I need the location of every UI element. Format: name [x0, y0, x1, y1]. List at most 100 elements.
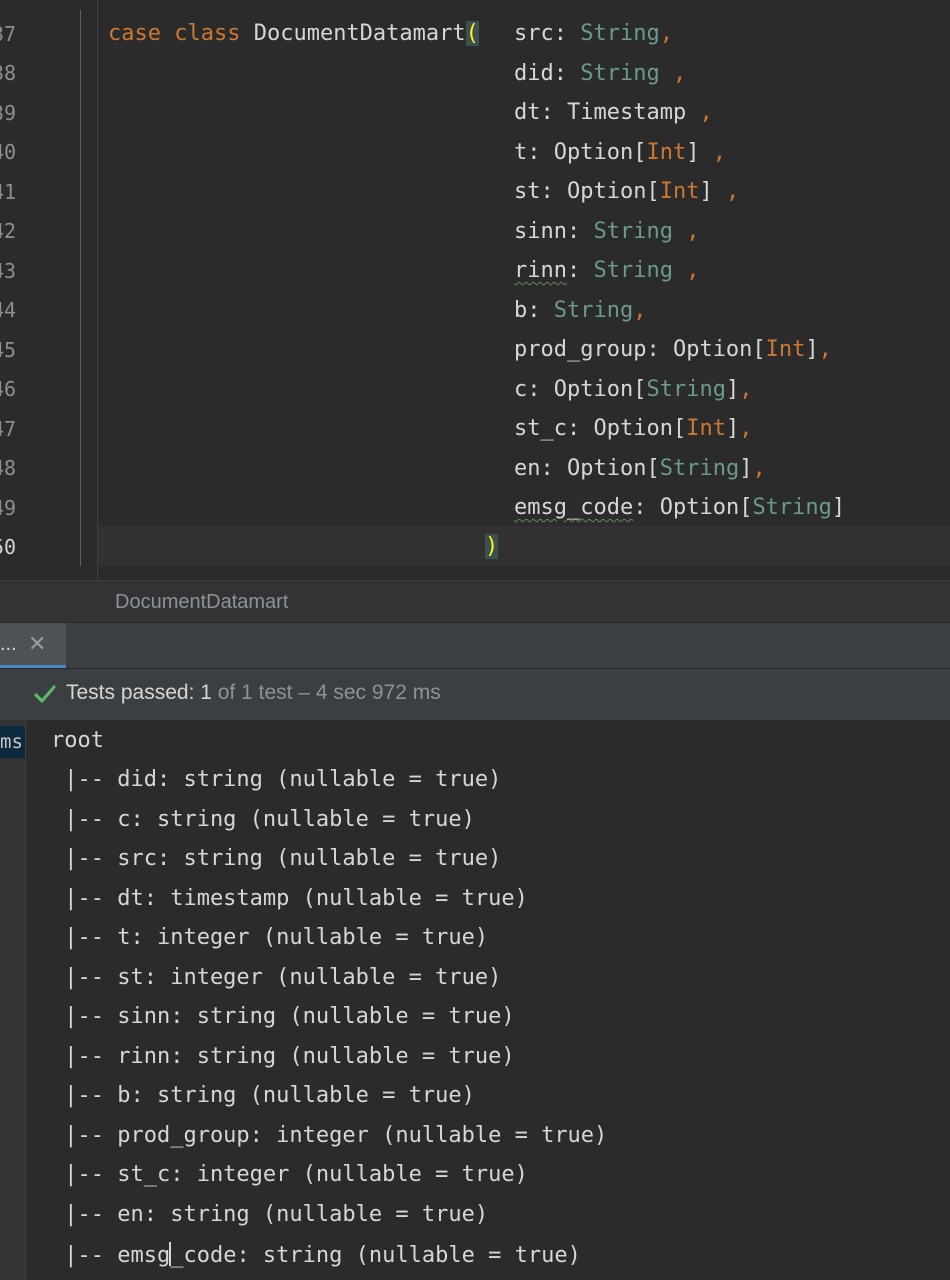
line-number-current: 50	[0, 535, 17, 559]
close-paren: )	[485, 534, 499, 559]
field-name: st_c	[514, 416, 567, 441]
field-type: Option[Int]	[593, 416, 739, 441]
duration-chip[interactable]: ms	[0, 726, 25, 758]
line-number: 40	[0, 140, 17, 164]
breadcrumb-item[interactable]: DocumentDatamart	[115, 591, 288, 614]
field-line: did: String ,	[514, 62, 686, 86]
field-line: prod_group: Option[Int],	[514, 338, 832, 362]
field-line: rinn: String ,	[514, 259, 699, 283]
current-line-highlight	[97, 526, 950, 566]
keyword-case: case	[108, 21, 161, 46]
option-wrapper: Option[	[659, 495, 753, 520]
passed-count: 1	[200, 681, 212, 704]
option-wrapper: Option[	[593, 416, 687, 441]
colon: :	[527, 377, 554, 402]
option-wrapper: ]	[725, 416, 740, 441]
field-line: c: Option[String],	[514, 378, 752, 402]
field-name: st	[514, 179, 541, 204]
line-number: 38	[0, 61, 17, 85]
field-line: st_c: Option[Int],	[514, 417, 752, 441]
field-trailing-comma: ,	[739, 416, 753, 441]
total-count: of 1 test	[211, 681, 293, 704]
colon: :	[540, 179, 567, 204]
field-name: en	[514, 456, 541, 481]
field-trailing-comma: ,	[672, 219, 700, 244]
breadcrumb: DocumentDatamart	[0, 580, 950, 623]
test-status-text: Tests passed: 1 of 1 test – 4 sec 972 ms	[66, 681, 441, 705]
field-line: src: String,	[514, 22, 673, 46]
line-number: 48	[0, 456, 17, 480]
line-number: 47	[0, 417, 17, 441]
schema-line: |-- b: string (nullable = true)	[51, 1083, 475, 1108]
option-wrapper: ]	[805, 337, 819, 362]
field-line: emsg_code: Option[String]	[514, 496, 845, 520]
schema-line: |-- sinn: string (nullable = true)	[51, 1004, 515, 1029]
line-number: 46	[0, 377, 17, 401]
field-line: b: String,	[514, 299, 646, 323]
run-tab-bar: ... ✕	[0, 622, 950, 669]
schema-line: |-- did: string (nullable = true)	[51, 767, 502, 792]
tab-label: ...	[0, 633, 17, 655]
inner-type: String	[659, 456, 740, 481]
colon: :	[566, 219, 594, 244]
console-output[interactable]: ms root |-- did: string (nullable = true…	[0, 720, 950, 1280]
field-name: sinn	[514, 219, 567, 244]
schema-line-text: |-- emsg	[51, 1243, 171, 1268]
inner-type: Int	[686, 416, 726, 441]
field-line: sinn: String ,	[514, 220, 699, 244]
field-type: Option[String]	[660, 495, 845, 520]
field-trailing-comma: ,	[633, 298, 647, 323]
field-trailing-comma: ,	[818, 337, 832, 362]
colon: :	[527, 140, 554, 165]
colon: :	[633, 495, 660, 520]
line-number: 39	[0, 101, 17, 125]
option-wrapper: ]	[686, 140, 700, 165]
field-line: st: Option[Int] ,	[514, 180, 739, 204]
option-wrapper: ]	[831, 495, 846, 520]
schema-line: |-- t: integer (nullable = true)	[51, 925, 489, 950]
field-trailing-comma: ,	[659, 61, 687, 86]
field-trailing-comma: ,	[739, 377, 753, 402]
line-number-gutter[interactable]: 37 38 39 40 41 42 43 44 45 46 47 48 49 5…	[0, 0, 98, 580]
field-line: t: Option[Int] ,	[514, 141, 726, 165]
option-wrapper: ]	[739, 456, 753, 481]
schema-line-last: |-- emsg_code: string (nullable = true)	[51, 1242, 581, 1268]
field-trailing-comma: ,	[659, 21, 673, 46]
code-editor[interactable]: 37 38 39 40 41 42 43 44 45 46 47 48 49 5…	[0, 0, 950, 580]
field-name: t	[514, 140, 528, 165]
schema-line: |-- c: string (nullable = true)	[51, 807, 475, 832]
field-type: Option[String]	[554, 377, 739, 402]
option-wrapper: ]	[725, 377, 740, 402]
line-number: 44	[0, 298, 17, 322]
field-name: did	[514, 61, 554, 86]
field-name: rinn	[514, 258, 567, 283]
field-type: Option[Int]	[554, 140, 700, 165]
colon: :	[553, 21, 581, 46]
option-wrapper: Option[	[567, 456, 660, 481]
line-number: 49	[0, 496, 17, 520]
fold-guide	[80, 10, 81, 566]
tab-run-config[interactable]: ... ✕	[0, 623, 66, 669]
field-name: dt	[514, 100, 541, 125]
inner-type: String	[752, 495, 832, 520]
option-wrapper: Option[	[672, 337, 766, 362]
field-type: String	[580, 61, 660, 86]
inner-type: Int	[765, 337, 806, 362]
field-line: dt: Timestamp ,	[514, 101, 713, 125]
schema-line: |-- prod_group: integer (nullable = true…	[51, 1123, 608, 1148]
option-wrapper: Option[	[553, 377, 647, 402]
open-paren: (	[465, 21, 479, 46]
colon: :	[566, 258, 594, 283]
line-number: 43	[0, 259, 17, 283]
schema-root: root	[51, 728, 104, 753]
field-name: emsg_code	[514, 495, 634, 520]
field-type: Option[String]	[567, 456, 752, 481]
field-trailing-comma: ,	[699, 140, 726, 165]
colon: :	[540, 100, 567, 125]
field-type: String	[593, 219, 673, 244]
field-trailing-comma: ,	[712, 179, 740, 204]
inner-type: Int	[659, 179, 700, 204]
close-icon[interactable]: ✕	[28, 631, 46, 657]
line-number: 41	[0, 180, 17, 204]
field-type: String	[580, 21, 660, 46]
